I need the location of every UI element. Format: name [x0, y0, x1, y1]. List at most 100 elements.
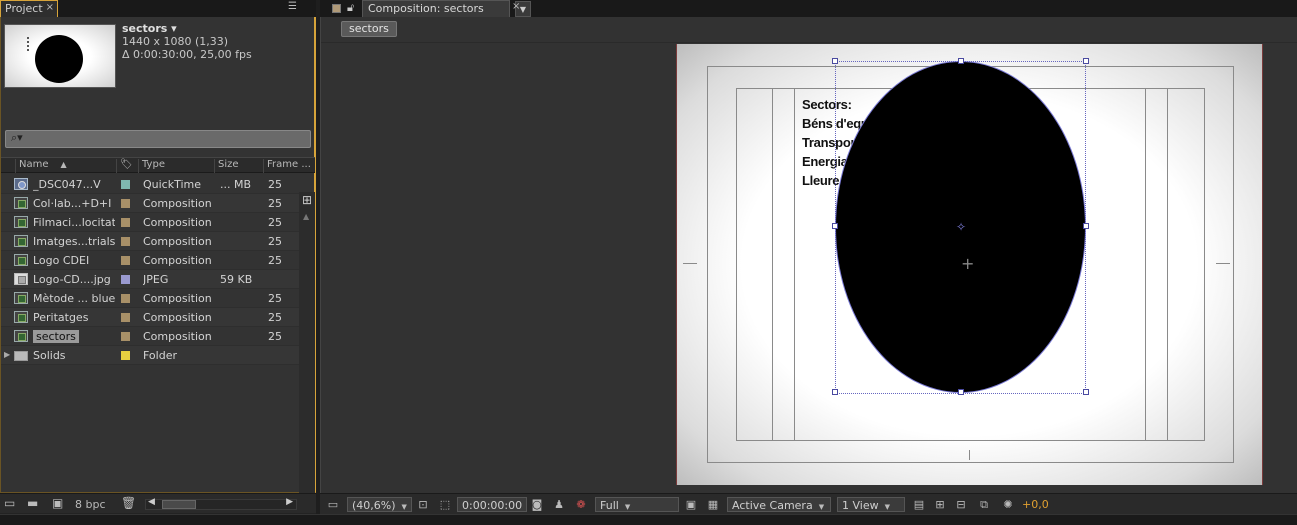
camera-snapshot-icon[interactable]: ◙ [530, 497, 544, 512]
table-row[interactable]: Imatges...trials Composition 25 [1, 232, 299, 251]
transform-handle[interactable] [958, 389, 964, 395]
label-swatch[interactable] [121, 180, 130, 189]
table-row[interactable]: _DSC047...V QuickTime ... MB 25 [1, 175, 299, 194]
composition-canvas[interactable]: Sectors: Béns d'equ Transport Energia Ll… [676, 44, 1263, 485]
table-row[interactable]: Logo CDEI Composition 25 [1, 251, 299, 270]
quicktime-icon [14, 178, 28, 191]
item-name-cell: Logo CDEI [33, 254, 90, 267]
column-name[interactable]: Name ▲ [15, 159, 115, 173]
flowchart-icon[interactable]: ⧉ [977, 497, 991, 512]
search-input[interactable]: ⌕▾ [5, 130, 311, 148]
comp-flowchart-icon[interactable]: ⊞ [933, 497, 947, 512]
interpret-footage-icon[interactable]: ▭ [4, 496, 15, 510]
scroll-left-icon[interactable]: ◀ [148, 497, 155, 507]
item-size-cell: ... MB [220, 178, 252, 191]
table-row[interactable]: Filmaci...locitat Composition 25 [1, 213, 299, 232]
column-size[interactable]: Size [214, 159, 262, 173]
label-swatch[interactable] [121, 218, 130, 227]
panel-menu-icon[interactable]: ☰ [288, 1, 297, 12]
project-item-list: _DSC047...V QuickTime ... MB 25 Col·lab.… [1, 175, 299, 365]
show-snapshot-icon[interactable]: ♟ [552, 497, 566, 512]
table-row[interactable]: Peritatges Composition 25 [1, 308, 299, 327]
table-row[interactable]: Col·lab...+D+I Composition 25 [1, 194, 299, 213]
flowchart-icon[interactable]: ⊞ [299, 193, 315, 209]
close-icon[interactable]: × [512, 1, 520, 12]
transform-handle[interactable] [958, 58, 964, 64]
center-crosshair-icon: + [961, 254, 975, 273]
transform-handle[interactable] [832, 223, 838, 229]
table-row[interactable]: Mètode ... blue Composition 25 [1, 289, 299, 308]
item-name-text: sectors [33, 330, 79, 343]
search-icon[interactable]: ⌕▾ [11, 131, 23, 145]
scroll-right-icon[interactable]: ▶ [286, 497, 293, 507]
view-layout-dropdown[interactable]: 1 View [837, 497, 905, 512]
item-frame-cell: 25 [268, 178, 282, 191]
resolution-dropdown[interactable]: Full [595, 497, 679, 512]
label-swatch[interactable] [121, 332, 130, 341]
column-frame[interactable]: Frame ... [263, 159, 311, 173]
item-type-cell: Composition [143, 254, 212, 267]
timeline-icon[interactable]: ▤ [912, 497, 926, 512]
lock-icon[interactable]: 🔓︎ [347, 1, 354, 15]
composition-viewer[interactable]: sectors Sectors: Béns d'equ Transport En… [320, 17, 1297, 493]
item-duration: Δ 0:00:30:00, 25,00 fps [122, 48, 252, 61]
tab-composition[interactable]: Composition: sectors ▼ [362, 0, 531, 17]
transform-handle[interactable] [1083, 223, 1089, 229]
breadcrumb[interactable]: sectors [341, 21, 397, 37]
transparency-grid-icon[interactable]: ⬚ [438, 497, 452, 512]
label-swatch[interactable] [121, 313, 130, 322]
new-folder-icon[interactable]: ▬ [27, 496, 38, 510]
bpc-toggle[interactable]: 8 bpc [75, 498, 106, 511]
tab-composition-label: Composition: sectors [368, 2, 484, 15]
trash-icon[interactable]: 🗑 [121, 496, 136, 510]
item-info: sectors ▾ 1440 x 1080 (1,33) Δ 0:00:30:0… [122, 22, 252, 61]
transform-handle[interactable] [1083, 389, 1089, 395]
tab-project-label: Project [5, 2, 43, 15]
transform-handle[interactable] [832, 58, 838, 64]
scroll-up-icon[interactable]: ▲ [303, 212, 309, 221]
guide-line [1145, 88, 1146, 441]
scroll-thumb[interactable] [162, 500, 196, 509]
region-of-interest-icon[interactable]: ⊡ [416, 497, 430, 512]
timecode-field[interactable]: 0:00:00:00 [457, 497, 528, 512]
composition-panel: 🔓︎ Composition: sectors ▼ × sectors Sect… [320, 0, 1297, 514]
always-preview-icon[interactable]: ▭ [326, 497, 340, 512]
horizontal-scrollbar[interactable]: ◀ ▶ [145, 497, 297, 510]
label-swatch[interactable] [121, 294, 130, 303]
exposure-value[interactable]: +0,0 [1022, 497, 1049, 512]
table-row-selected[interactable]: sectors Composition 25 [1, 327, 299, 346]
toggle-transparency-icon[interactable]: ▦ [706, 497, 720, 512]
composition-icon [14, 311, 28, 324]
label-swatch[interactable] [121, 275, 130, 284]
zoom-dropdown[interactable]: (40,6%) [347, 497, 412, 512]
tab-project[interactable]: Project × [0, 0, 58, 17]
item-name[interactable]: sectors ▾ [122, 22, 252, 35]
camera-dropdown[interactable]: Active Camera [727, 497, 831, 512]
column-type[interactable]: Type [138, 159, 213, 173]
reset-exposure-icon[interactable]: ⊟ [954, 497, 968, 512]
column-frame-label: Frame ... [267, 159, 311, 170]
guide-line [772, 88, 773, 441]
item-name-cell: Mètode ... blue [33, 292, 115, 305]
fast-previews-icon[interactable]: ▣ [684, 497, 698, 512]
close-icon[interactable]: × [46, 2, 54, 13]
table-row[interactable]: ▶ Solids Folder [1, 346, 299, 365]
expand-triangle-icon[interactable]: ▶ [4, 350, 10, 359]
label-swatch[interactable] [121, 199, 130, 208]
transform-handle[interactable] [832, 389, 838, 395]
vertical-scrollbar[interactable]: ▲ [299, 192, 315, 510]
label-swatch[interactable] [121, 351, 130, 360]
label-swatch[interactable] [121, 237, 130, 246]
new-composition-icon[interactable]: ▣ [52, 496, 63, 510]
label-swatch[interactable] [121, 256, 130, 265]
project-footer: ▭ ▬ ▣ 8 bpc 🗑 ◀ ▶ [0, 493, 316, 513]
column-label[interactable]: 🏷 [116, 159, 138, 173]
anchor-point-icon[interactable]: ✧ [956, 220, 966, 234]
item-type-cell: Folder [143, 349, 177, 362]
divider [321, 42, 1297, 43]
item-type-cell: Composition [143, 292, 212, 305]
transform-handle[interactable] [1083, 58, 1089, 64]
exposure-icon[interactable]: ✺ [1001, 497, 1015, 512]
color-channels-icon[interactable]: ❁ [574, 497, 588, 512]
table-row[interactable]: Logo-CD....jpg JPEG 59 KB [1, 270, 299, 289]
